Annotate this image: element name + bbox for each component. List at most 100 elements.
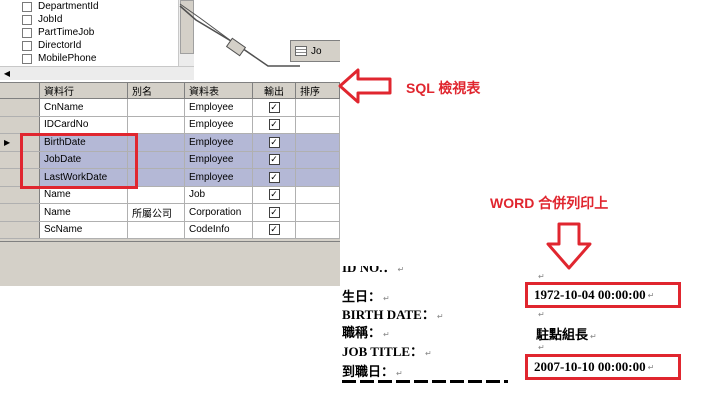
cell-column[interactable]: ScName: [40, 221, 128, 238]
table-row[interactable]: Name 所屬公司 Corporation ✓: [0, 204, 340, 222]
cell-alias[interactable]: 所屬公司: [128, 204, 185, 221]
paragraph-mark: ↵: [538, 310, 545, 319]
cell-column[interactable]: IDCardNo: [40, 116, 128, 133]
cell-alias[interactable]: [128, 221, 185, 238]
join-line: [179, 3, 300, 67]
cell-output[interactable]: ✓: [253, 221, 296, 238]
column-header-output: 輸出: [253, 83, 296, 98]
current-row-arrow-icon: ▶: [4, 137, 11, 147]
cell-sort[interactable]: [296, 116, 340, 133]
table-icon: [295, 46, 307, 56]
job-title-value-line: 駐點組長 ↵: [536, 324, 597, 343]
column-header-column: 資料行: [40, 83, 128, 98]
diagram-pane: DepartmentId JobId PartTimeJob DirectorI…: [0, 0, 340, 82]
output-checkbox[interactable]: ✓: [268, 154, 280, 166]
cell-column[interactable]: CnName: [40, 99, 128, 116]
table-row[interactable]: Name Job ✓: [0, 186, 340, 204]
output-checkbox[interactable]: ✓: [268, 136, 280, 148]
paragraph-mark: ↵: [436, 312, 444, 321]
column-header-table: 資料表: [185, 83, 253, 98]
doc-birth-en: BIRTH DATE： ↵: [342, 304, 444, 323]
cell-output[interactable]: ✓: [253, 204, 296, 221]
cell-alias[interactable]: [128, 99, 185, 116]
paragraph-mark: ↵: [647, 362, 655, 372]
row-selector[interactable]: [0, 221, 40, 238]
cell-table[interactable]: Employee: [185, 116, 253, 133]
cell-output[interactable]: ✓: [253, 99, 296, 116]
cell-alias[interactable]: [128, 116, 185, 133]
cell-table[interactable]: Employee: [185, 169, 253, 186]
job-title-value: 駐點組長: [536, 327, 589, 342]
doc-birth-zh: 生日： ↵: [342, 286, 390, 305]
cell-output[interactable]: ✓: [253, 151, 296, 168]
paragraph-mark: ↵: [383, 294, 390, 303]
left-arrow-icon: [338, 68, 392, 104]
join-connector-icon: [225, 37, 247, 57]
output-checkbox[interactable]: ✓: [268, 189, 280, 201]
doc-cut-off-line: [342, 380, 508, 383]
word-merge-label: WORD 合併列印上: [490, 195, 609, 211]
doc-id-no: ID NO.： ↵: [342, 266, 404, 276]
doc-label: BIRTH DATE：: [342, 307, 435, 322]
row-selector[interactable]: [0, 99, 40, 116]
cell-table[interactable]: Employee: [185, 99, 253, 116]
grid-empty-area: [0, 241, 340, 286]
doc-title-en: JOB TITLE： ↵: [342, 341, 432, 360]
column-header-sort: 排序: [296, 83, 340, 98]
cell-sort[interactable]: [296, 134, 340, 151]
paragraph-mark: ↵: [538, 343, 545, 352]
paragraph-mark: ↵: [538, 272, 545, 281]
cell-sort[interactable]: [296, 151, 340, 168]
paragraph-mark: ↵: [383, 330, 390, 339]
row-selector[interactable]: [0, 204, 40, 221]
doc-label: 職稱：: [342, 325, 382, 340]
grid-header: 資料行 別名 資料表 輸出 排序: [0, 83, 340, 99]
cell-table[interactable]: Corporation: [185, 204, 253, 221]
hire-date-value: 2007-10-10 00:00:00: [534, 359, 646, 374]
cell-table[interactable]: Job: [185, 186, 253, 203]
cell-sort[interactable]: [296, 169, 340, 186]
output-checkbox[interactable]: ✓: [268, 101, 280, 113]
cell-table[interactable]: CodeInfo: [185, 221, 253, 238]
cell-sort[interactable]: [296, 221, 340, 238]
cell-table[interactable]: Employee: [185, 134, 253, 151]
table-row[interactable]: IDCardNo Employee ✓: [0, 116, 340, 134]
hire-date-value-box: 2007-10-10 00:00:00 ↵: [525, 354, 681, 380]
paragraph-mark: ↵: [590, 332, 597, 341]
paragraph-mark: ↵: [425, 349, 432, 358]
doc-label: 到職日：: [342, 364, 395, 379]
cell-column[interactable]: Name: [40, 204, 128, 221]
doc-hire-zh: 到職日： ↵: [342, 361, 403, 380]
cell-output[interactable]: ✓: [253, 186, 296, 203]
cell-output[interactable]: ✓: [253, 116, 296, 133]
down-arrow-icon: [546, 222, 592, 270]
doc-label: ID NO.：: [342, 266, 396, 275]
cell-sort[interactable]: [296, 186, 340, 203]
output-checkbox[interactable]: ✓: [268, 119, 280, 131]
date-columns-highlight: [20, 133, 138, 189]
sql-view-label: SQL 檢視表: [406, 80, 481, 96]
birth-date-value-box: 1972-10-04 00:00:00 ↵: [525, 282, 681, 308]
output-checkbox[interactable]: ✓: [268, 224, 280, 236]
doc-title-zh: 職稱： ↵: [342, 322, 390, 341]
cell-sort[interactable]: [296, 99, 340, 116]
cell-output[interactable]: ✓: [253, 169, 296, 186]
column-header-alias: 別名: [128, 83, 185, 98]
paragraph-mark: ↵: [647, 290, 655, 300]
cell-sort[interactable]: [296, 204, 340, 221]
row-selector-header: [0, 83, 40, 98]
cell-output[interactable]: ✓: [253, 134, 296, 151]
doc-label: JOB TITLE：: [342, 344, 424, 359]
row-selector[interactable]: [0, 116, 40, 133]
paragraph-mark: ↵: [397, 266, 405, 274]
birth-date-value: 1972-10-04 00:00:00: [534, 287, 646, 302]
table-window-job[interactable]: Jo: [290, 40, 340, 62]
table-row[interactable]: CnName Employee ✓: [0, 99, 340, 117]
table-row[interactable]: ScName CodeInfo ✓: [0, 221, 340, 239]
table-window-title: Jo: [311, 45, 322, 57]
output-checkbox[interactable]: ✓: [268, 206, 280, 218]
doc-label: 生日：: [342, 289, 382, 304]
output-checkbox[interactable]: ✓: [268, 171, 280, 183]
cell-table[interactable]: Employee: [185, 151, 253, 168]
paragraph-mark: ↵: [396, 369, 403, 378]
